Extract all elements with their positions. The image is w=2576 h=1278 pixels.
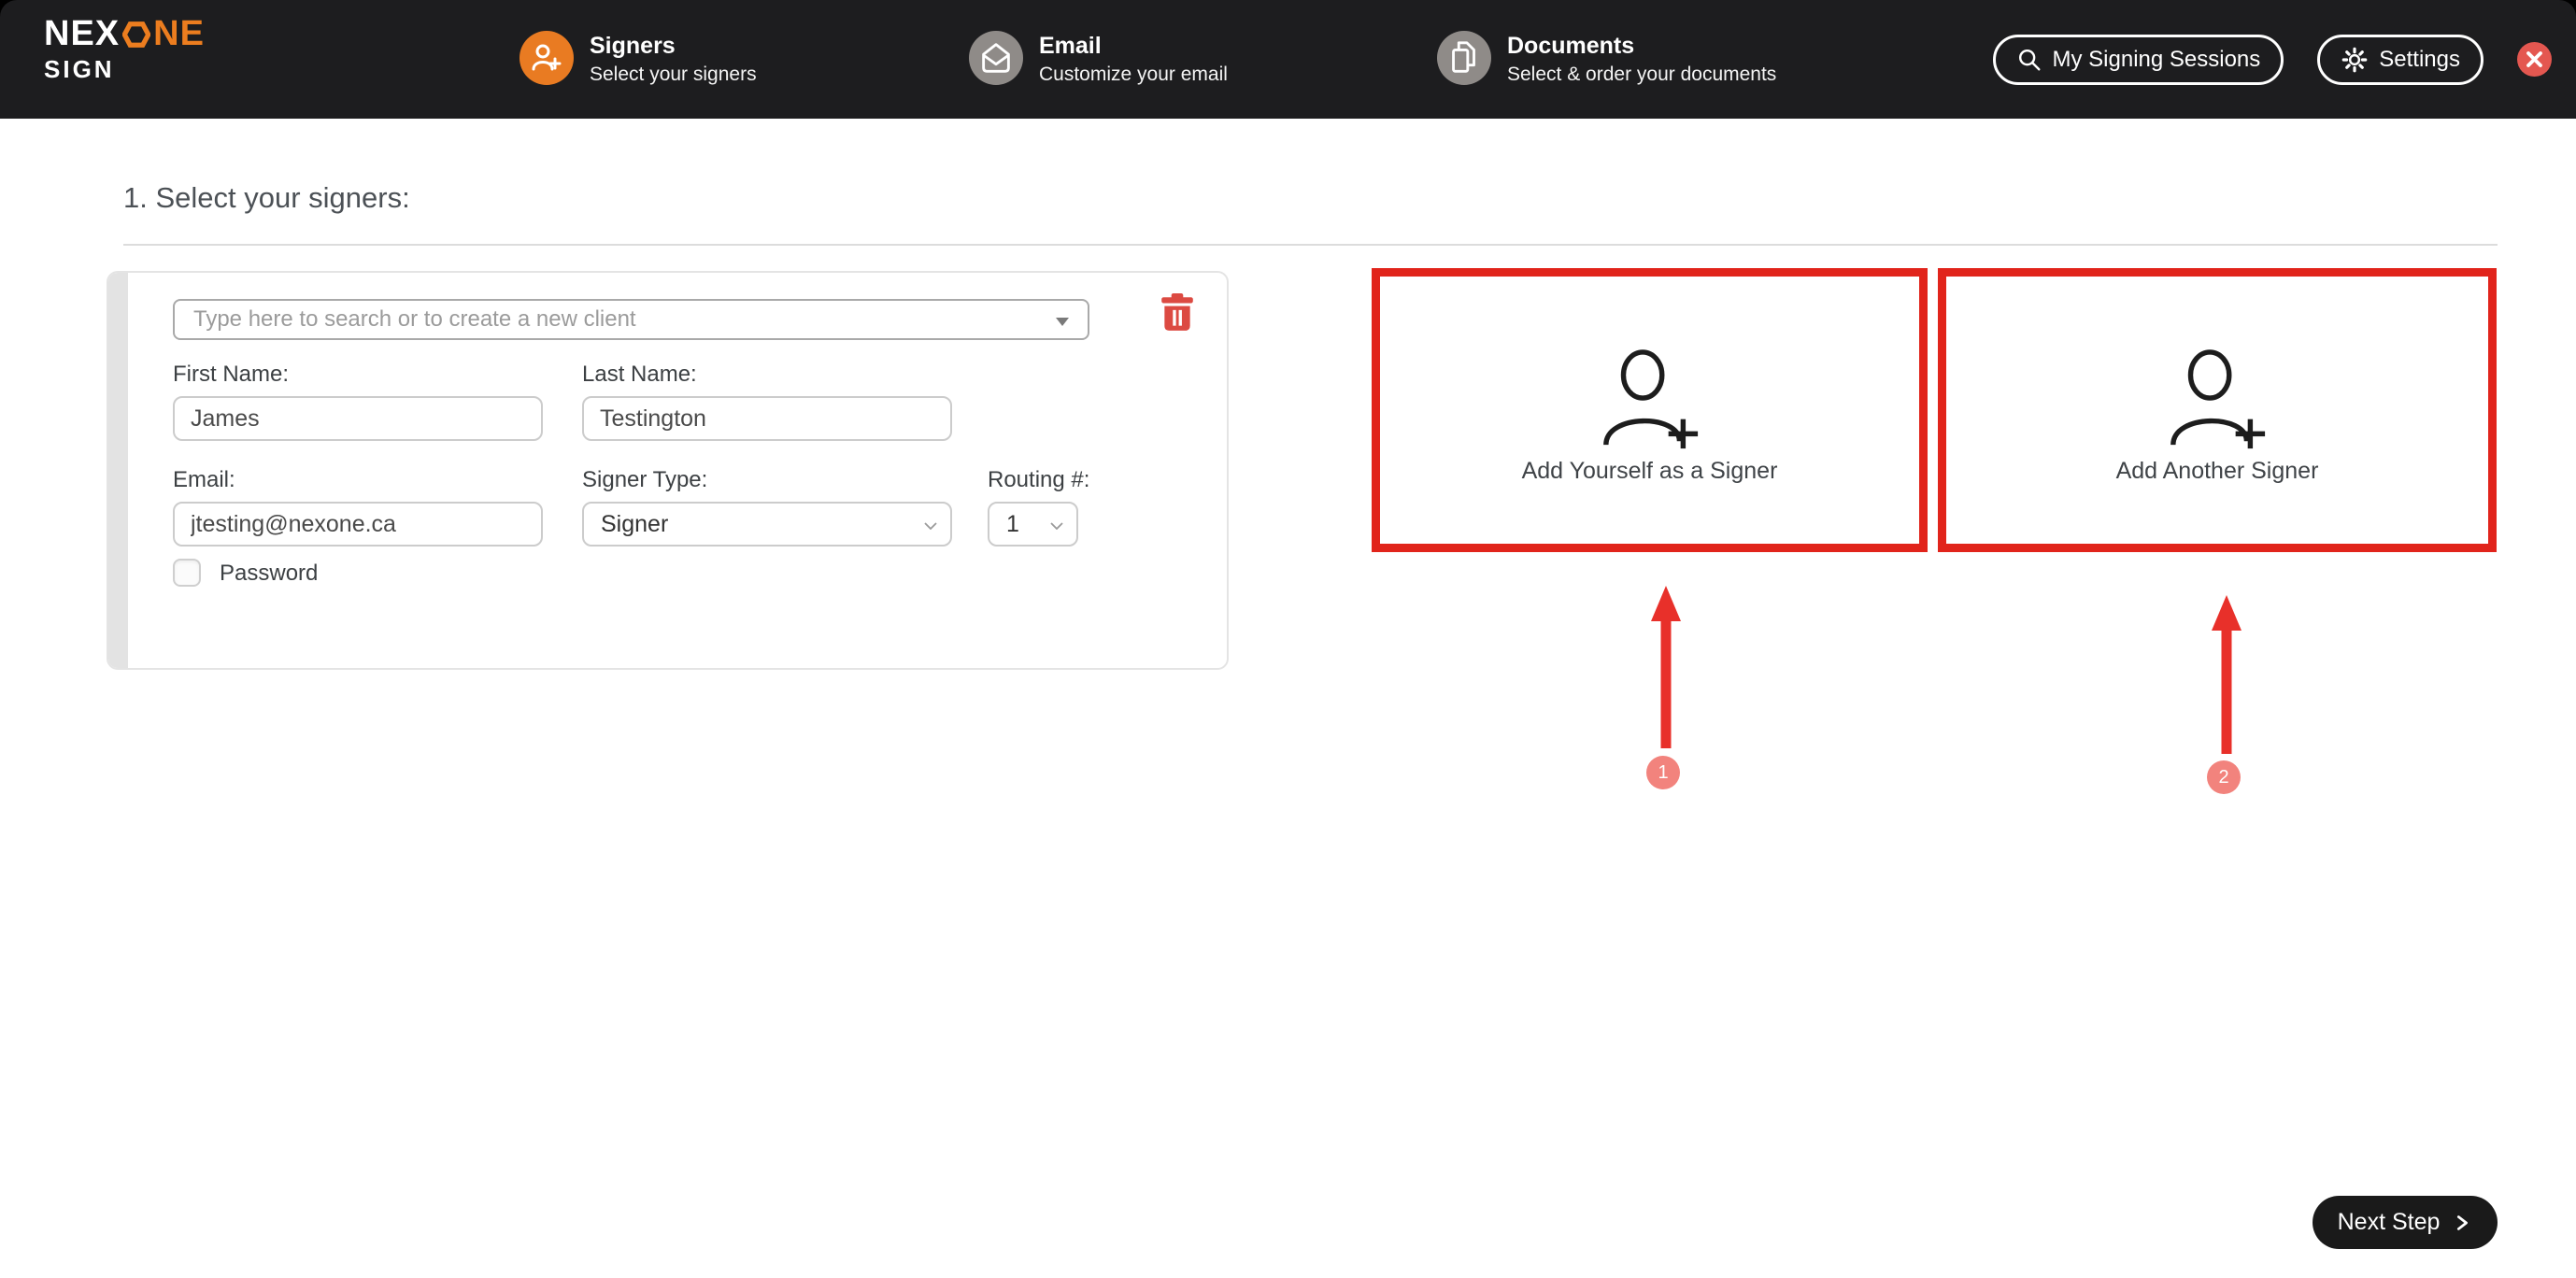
routing-label: Routing #: (988, 467, 1090, 492)
step-subtitle: Select & order your documents (1507, 64, 1777, 85)
next-step-button[interactable]: Next Step (2313, 1196, 2498, 1249)
chevron-down-icon (1050, 522, 1063, 530)
person-plus-outline-icon (1602, 348, 1698, 448)
annotation-badge-2: 2 (2207, 760, 2241, 794)
step-text: Signers Select your signers (590, 31, 757, 86)
signer-type-value: Signer (601, 510, 669, 537)
step-text: Email Customize your email (1039, 31, 1228, 86)
email-label: Email: (173, 467, 235, 492)
email-input[interactable] (173, 502, 543, 547)
step-text: Documents Select & order your documents (1507, 31, 1776, 86)
add-yourself-label: Add Yourself as a Signer (1521, 457, 1778, 484)
step-title: Documents (1507, 33, 1635, 59)
close-icon (2526, 51, 2542, 67)
step-subtitle: Select your signers (590, 64, 757, 85)
first-name-label: First Name: (173, 362, 290, 387)
chevron-right-icon (2457, 1214, 2469, 1230)
client-search-placeholder: Type here to search or to create a new c… (193, 306, 636, 332)
step-subtitle: Customize your email (1039, 64, 1228, 85)
envelope-icon (969, 31, 1023, 85)
search-icon (2018, 49, 2040, 70)
logo-prefix: NEX (44, 14, 121, 53)
delete-signer-button[interactable] (1157, 293, 1198, 334)
person-plus-outline-icon (2170, 348, 2266, 448)
envelope-glyph (982, 43, 1010, 73)
signer-type-label: Signer Type: (582, 467, 708, 492)
nav-step-email[interactable]: Email Customize your email (969, 31, 1228, 86)
password-checkbox[interactable] (173, 559, 201, 587)
section-divider (123, 244, 2498, 246)
step-title: Signers (590, 33, 676, 59)
last-name-input[interactable] (582, 396, 952, 441)
signer-card: Type here to search or to create a new c… (107, 271, 1229, 670)
last-name-label: Last Name: (582, 362, 697, 387)
add-another-label: Add Another Signer (2115, 457, 2319, 484)
nexone-sign-window: NEX NE SIGN Signers Select your signers … (0, 0, 2576, 1278)
routing-select[interactable]: 1 (988, 502, 1078, 547)
first-name-input[interactable] (173, 396, 543, 441)
gear-icon (2341, 47, 2368, 72)
chevron-down-icon (924, 522, 937, 530)
nav-step-documents[interactable]: Documents Select & order your documents (1437, 31, 1776, 86)
navbar-actions: My Signing Sessions Settings (1992, 0, 2552, 119)
nav-step-signers[interactable]: Signers Select your signers (519, 31, 757, 86)
card-drag-strip (108, 273, 128, 668)
close-button[interactable] (2517, 42, 2552, 77)
add-yourself-as-signer-button[interactable]: Add Yourself as a Signer (1372, 268, 1928, 552)
person-plus-glyph (532, 44, 562, 71)
step-title: Email (1039, 33, 1102, 59)
settings-button[interactable]: Settings (2317, 34, 2483, 85)
logo-wordmark: NEX NE (44, 15, 205, 52)
my-signing-sessions-button[interactable]: My Signing Sessions (1992, 34, 2284, 85)
documents-glyph (1452, 41, 1475, 73)
sessions-label: My Signing Sessions (2052, 46, 2261, 72)
hexagon-o-icon (122, 21, 151, 48)
documents-icon (1437, 31, 1491, 85)
page-title: 1. Select your signers: (123, 181, 410, 214)
logo-suffix: NE (153, 14, 205, 53)
nexone-sign-logo: NEX NE SIGN (44, 15, 205, 84)
settings-label: Settings (2379, 46, 2460, 72)
routing-value: 1 (1006, 510, 1019, 537)
annotation-badge-1: 1 (1646, 756, 1680, 789)
caret-down-icon[interactable] (1056, 318, 1069, 326)
add-another-signer-button[interactable]: Add Another Signer (1938, 268, 2497, 552)
logo-subtitle: SIGN (44, 55, 115, 83)
password-label[interactable]: Password (220, 561, 318, 587)
signer-type-select[interactable]: Signer (582, 502, 952, 547)
annotation-arrow-2 (2212, 595, 2242, 754)
person-plus-icon (519, 31, 574, 85)
trash-icon (1161, 293, 1193, 331)
top-navbar: NEX NE SIGN Signers Select your signers … (0, 0, 2576, 119)
client-search-combobox[interactable]: Type here to search or to create a new c… (173, 299, 1089, 340)
next-step-label: Next Step (2337, 1209, 2441, 1235)
annotation-arrow-1 (1651, 586, 1681, 748)
